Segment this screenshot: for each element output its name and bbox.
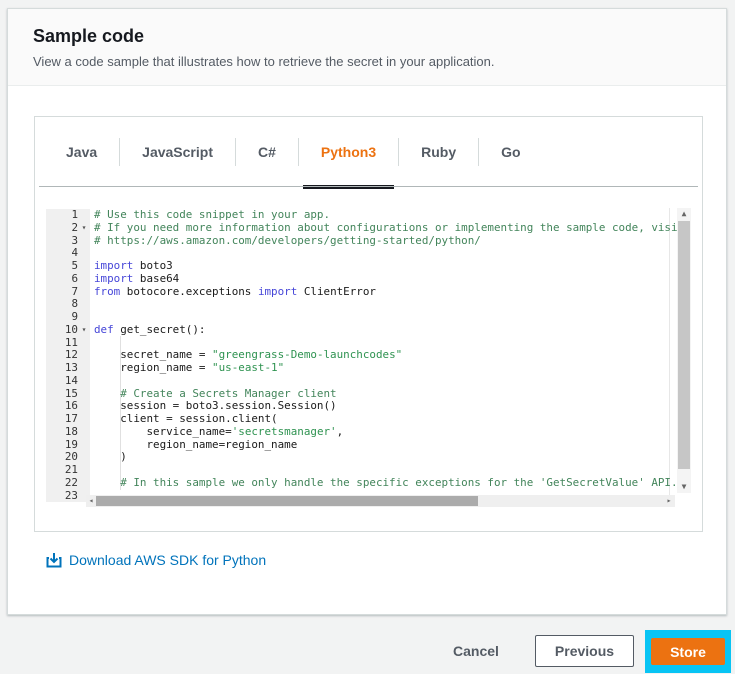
code-line: def get_secret(): [94, 322, 206, 336]
previous-button[interactable]: Previous [535, 635, 634, 667]
line-number: 9 [71, 310, 78, 323]
line-number: 21 [64, 463, 78, 476]
line-number: 1 [71, 208, 78, 221]
line-number: 10 [64, 322, 78, 336]
gutter-row: 8 [46, 297, 90, 311]
line-number: 6 [71, 271, 78, 285]
tab-go[interactable]: Go [479, 132, 542, 172]
code-line: ) [94, 450, 127, 464]
gutter-row: 7 [46, 285, 90, 299]
line-number: 13 [64, 361, 78, 374]
sample-code-card: Sample code View a code sample that illu… [7, 8, 727, 615]
line-number: 22 [64, 475, 78, 489]
gutter-row: 21 [46, 463, 90, 477]
gutter-row: 3 [46, 234, 90, 248]
line-number: 2 [71, 220, 78, 234]
gutter-row: 9 [46, 310, 90, 324]
tabs-divider [39, 186, 698, 187]
store-button[interactable]: Store [651, 638, 725, 665]
vertical-scrollbar-thumb[interactable] [678, 221, 690, 469]
line-number: 17 [64, 412, 78, 425]
download-link-label: Download AWS SDK for Python [69, 552, 267, 568]
gutter-row: 17 [46, 412, 90, 426]
cancel-button[interactable]: Cancel [453, 635, 499, 667]
horizontal-scrollbar-thumb[interactable] [96, 496, 478, 506]
scroll-up-icon[interactable]: ▲ [677, 208, 691, 220]
tab-c[interactable]: C# [236, 132, 298, 172]
fold-arrow-icon[interactable]: ▾ [78, 222, 90, 235]
line-number: 23 [64, 488, 78, 502]
page-title: Sample code [33, 26, 145, 46]
code-line: import boto3 [94, 259, 173, 272]
tab-ruby[interactable]: Ruby [399, 132, 478, 172]
scroll-left-icon[interactable]: ◂ [86, 495, 96, 507]
gutter-row: 5 [46, 259, 90, 273]
code-line: from botocore.exceptions import ClientEr… [94, 284, 376, 298]
page-description: View a code sample that illustrates how … [33, 54, 495, 69]
editor-code-area[interactable]: # Use this code snippet in your app. # If… [90, 209, 691, 513]
vertical-scrollbar[interactable]: ▲ ▼ [677, 208, 691, 493]
editor-gutter: 1 2 ▾ 3 4 5 6 7 8 9 10 ▾ 11 12 13 14 15 16 17 18 19 20 21 22 23 [46, 208, 90, 503]
gutter-row: 2 ▾ [46, 220, 90, 235]
code-line: region_name = "us-east-1" [94, 361, 285, 374]
tab-list: Java JavaScript C# Python3 Ruby Go [35, 117, 702, 189]
fold-arrow-icon[interactable]: ▾ [78, 324, 90, 337]
scroll-right-icon[interactable]: ▸ [664, 495, 674, 507]
line-number: 14 [64, 373, 78, 387]
tab-python3[interactable]: Python3 [299, 132, 398, 189]
store-button-highlight: Store [645, 630, 731, 673]
gutter-row: 23 [46, 488, 90, 503]
gutter-row: 6 [46, 271, 90, 286]
gutter-row: 18 [46, 424, 90, 439]
gutter-row: 10 ▾ [46, 322, 90, 337]
gutter-row: 1 [46, 208, 90, 222]
card-header: Sample code View a code sample that illu… [8, 9, 726, 86]
code-line: # https://aws.amazon.com/developers/gett… [94, 233, 481, 247]
code-line: # In this sample we only handle the spec… [94, 475, 678, 489]
scroll-down-icon[interactable]: ▼ [677, 481, 691, 493]
gutter-row: 13 [46, 361, 90, 375]
tab-javascript[interactable]: JavaScript [120, 132, 235, 172]
code-sample-panel: Java JavaScript C# Python3 Ruby Go 1 2 ▾ 3 4 5 6 7 8 9… [34, 116, 703, 532]
gutter-row: 22 [46, 475, 90, 490]
code-editor[interactable]: 1 2 ▾ 3 4 5 6 7 8 9 10 ▾ 11 12 13 14 15 16 17 18 19 20 21 22 23 … [46, 208, 691, 513]
gutter-row: 14 [46, 373, 90, 388]
download-sdk-link[interactable]: Download AWS SDK for Python [46, 552, 266, 568]
download-icon [46, 552, 62, 568]
tab-java[interactable]: Java [44, 132, 119, 172]
line-number: 5 [71, 259, 78, 272]
gutter-row: 4 [46, 246, 90, 260]
horizontal-scrollbar[interactable]: ◂ ▸ [86, 495, 675, 507]
line-number: 18 [64, 424, 78, 438]
code-line: region_name=region_name [94, 437, 298, 451]
